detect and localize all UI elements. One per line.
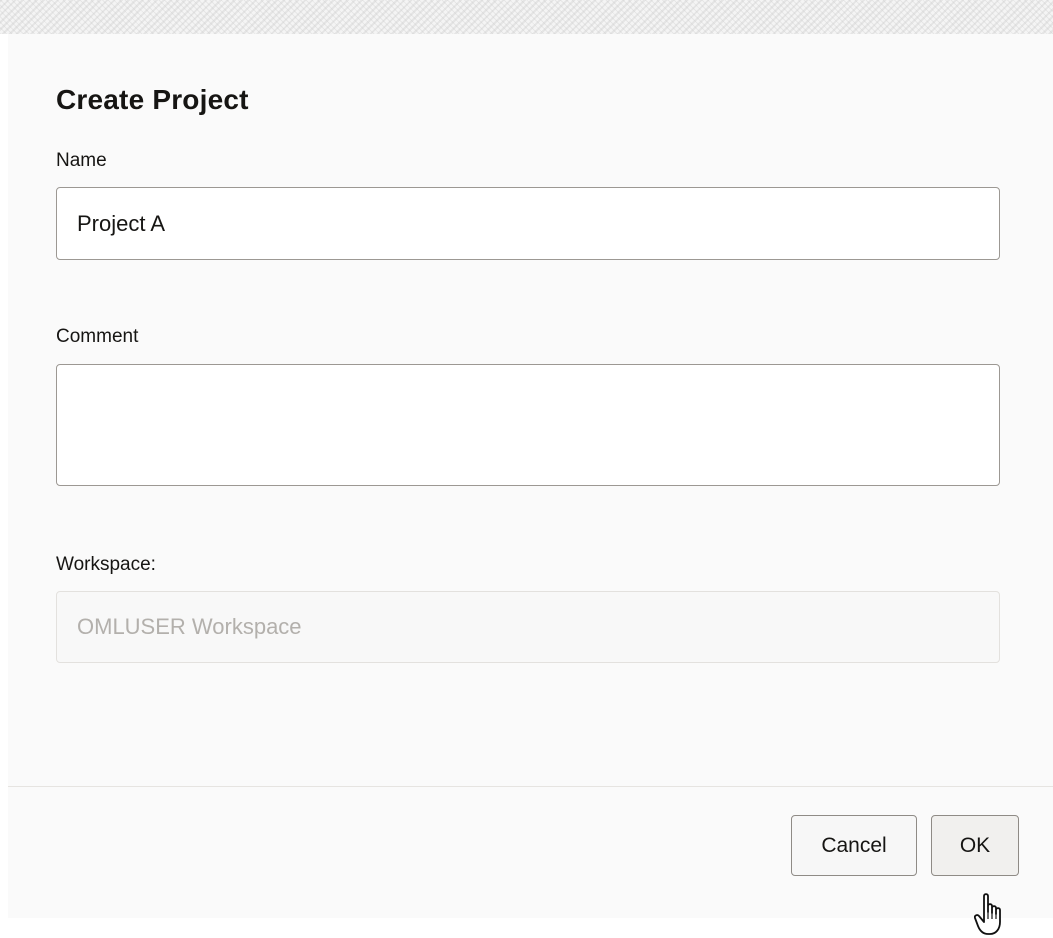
cancel-button[interactable]: Cancel	[791, 815, 917, 876]
dialog-title: Create Project	[56, 84, 249, 115]
footer-divider	[8, 786, 1053, 787]
ok-button[interactable]: OK	[931, 815, 1019, 876]
workspace-label: Workspace:	[56, 554, 156, 575]
name-input[interactable]	[56, 187, 1000, 260]
background-pattern	[0, 0, 1053, 34]
name-label: Name	[56, 150, 107, 171]
hand-pointer-icon	[974, 893, 1001, 935]
comment-textarea[interactable]	[56, 364, 1000, 486]
create-project-dialog: Create Project Name Comment Workspace: C…	[8, 34, 1053, 935]
workspace-field	[56, 591, 1000, 663]
comment-label: Comment	[56, 326, 139, 347]
